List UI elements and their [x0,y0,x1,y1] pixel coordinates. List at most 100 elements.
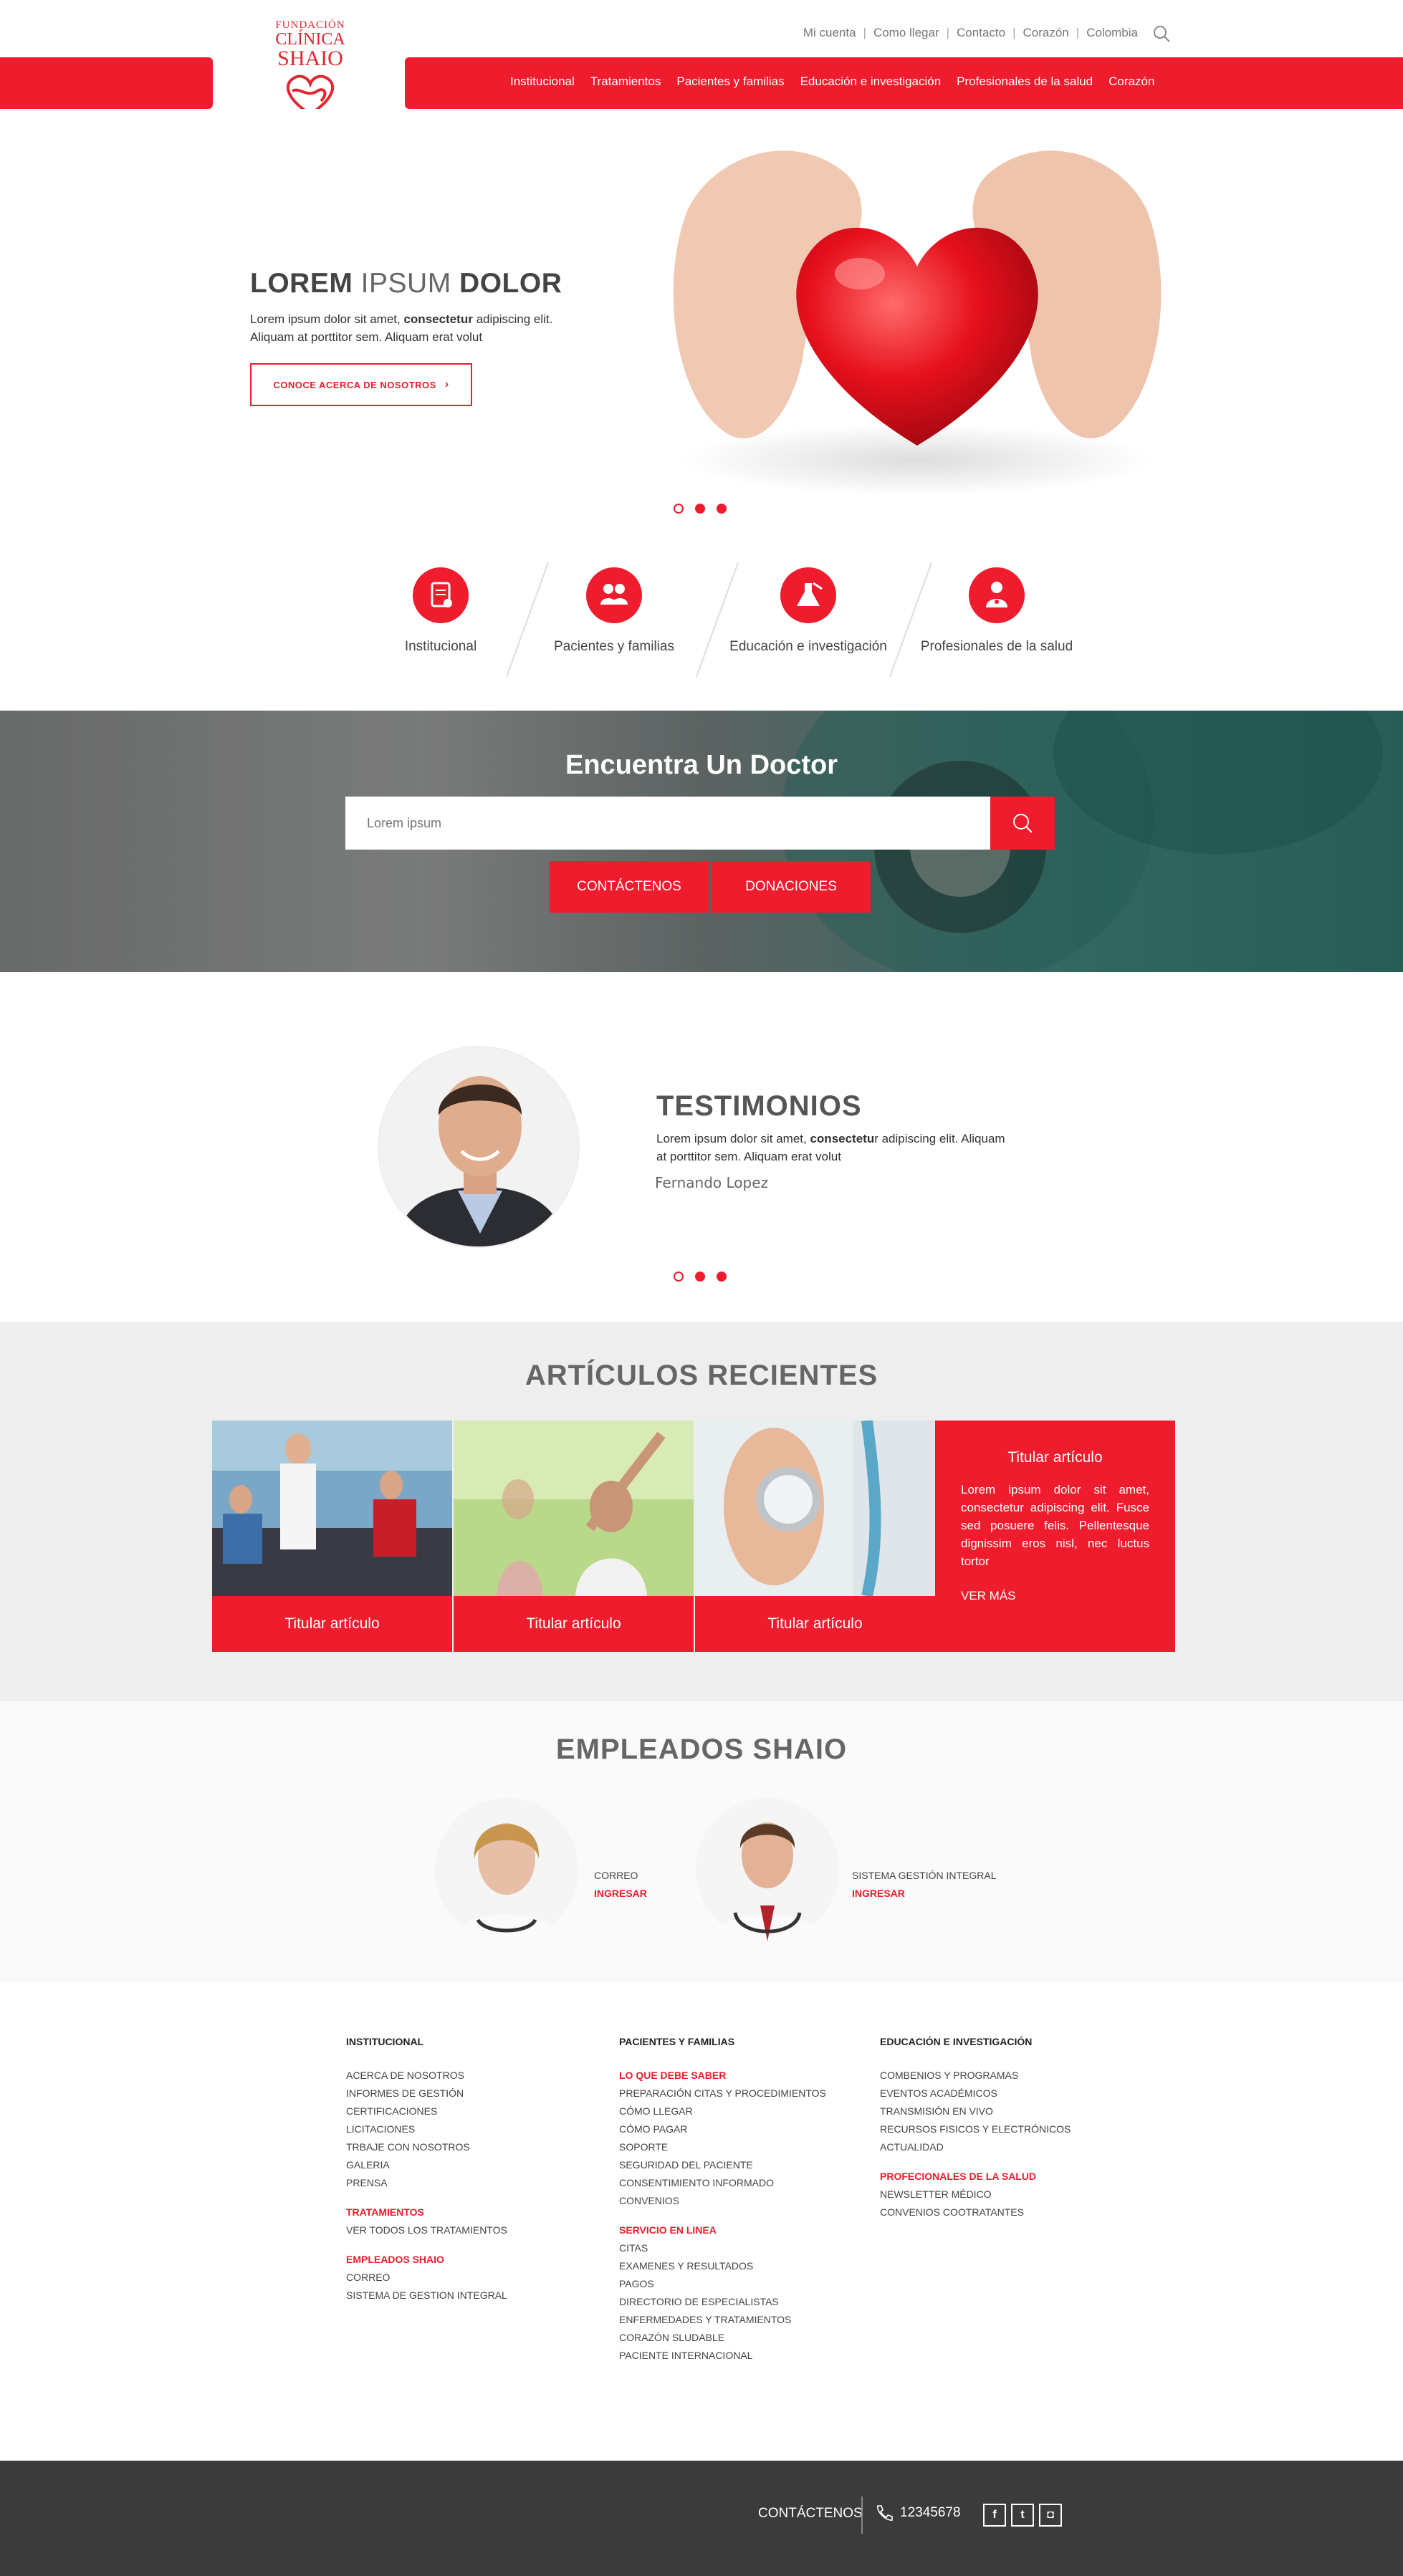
testimonial-text: Lorem ipsum dolor sit amet, consectetur … [656,1130,1007,1166]
hero-text-part-1: Lorem ipsum dolor sit amet, [250,312,404,326]
nav-profesionales-salud[interactable]: Profesionales de la salud [957,75,1093,89]
footer-link[interactable]: TRBAJE CON NOSOTROS [346,2138,507,2156]
footer-subheading: TRATAMIENTOS [346,2206,424,2218]
footer-link[interactable]: VER TODOS LOS TRATAMIENTOS [346,2221,507,2239]
topnav-separator: | [1012,26,1016,39]
hero-text-bold: consectetur [403,312,473,326]
nav-educacion-investigacion[interactable]: Educación e investigación [800,75,942,89]
hero-cta-label: CONOCE ACERCA DE NOSOTROS [273,379,436,390]
featured-article-card: Titular artículo Lorem ipsum dolor sit a… [935,1421,1175,1652]
flask-icon [780,567,836,623]
quicklink-profesionales-salud[interactable]: Profesionales de la salud [904,567,1090,655]
testimonials-title: TESTIMONIOS [656,1090,862,1122]
topnav-mi-cuenta[interactable]: Mi cuenta [803,26,856,40]
instagram-icon[interactable]: ◘ [1039,2504,1062,2527]
footer-link[interactable]: ACERCA DE NOSOTROS [346,2067,507,2085]
phone-icon [877,2505,893,2521]
slider-dot[interactable] [717,504,727,514]
footer-link[interactable]: CERTIFICACIONES [346,2102,507,2120]
footer-links: INSTITUCIONAL ACERCA DE NOSOTROS INFORMES … [0,1983,1403,2461]
hero-cta-button[interactable]: CONOCE ACERCA DE NOSOTROS › [250,363,472,406]
nav-pacientes-familias[interactable]: Pacientes y familias [676,75,784,89]
topnav-contacto[interactable]: Contacto [957,26,1005,40]
header-red-bar-left [0,57,213,109]
article-card[interactable]: Titular artículo [454,1421,694,1652]
utility-nav: Mi cuenta | Como llegar | Contacto | Corazó… [803,26,1138,40]
contact-button[interactable]: CONTÁCTENOS [550,861,709,913]
footer-link[interactable]: CONVENIOS [619,2192,826,2210]
footer-contact-link[interactable]: CONTÁCTENOS [758,2506,863,2522]
footer-link[interactable]: SEGURIDAD DEL PACIENTE [619,2156,826,2174]
hero-hands-heart-image [673,150,1162,496]
read-more-link[interactable]: VER MÁS [961,1589,1149,1603]
footer-link[interactable]: DIRECTORIO DE ESPECIALISTAS [619,2293,826,2311]
footer-link[interactable]: ACTUALIDAD [880,2138,1071,2156]
doctor-search-button[interactable] [990,797,1055,850]
nav-tratamientos[interactable]: Tratamientos [590,75,661,89]
topnav-como-llegar[interactable]: Como llegar [873,26,939,40]
nav-corazon[interactable]: Corazón [1108,75,1154,89]
footer-column-pacientes: PACIENTES Y FAMILIAS LO QUE DEBE SABER PRE… [619,2033,826,2365]
footer-column-educacion: EDUCACIÓN E INVESTIGACIÓN COMBENIOS Y PRO… [880,2033,1071,2221]
slider-dot[interactable] [674,1272,684,1282]
footer-link[interactable]: LICITACIONES [346,2120,507,2138]
footer-phone: 12345678 [874,2504,961,2522]
footer-link[interactable]: PAGOS [619,2275,826,2293]
footer-link[interactable]: CÓMO LLEGAR [619,2102,826,2120]
footer-link[interactable]: EXAMENES Y RESULTADOS [619,2257,826,2275]
nav-institucional[interactable]: Institucional [510,75,575,89]
footer-link[interactable]: TRANSMISIÓN EN VIVO [880,2102,1071,2120]
testimonial-slider-dots [674,1272,727,1282]
slider-dot[interactable] [674,504,684,514]
footer-link[interactable]: CORREO [346,2269,507,2287]
divider [861,2496,863,2534]
slider-dot[interactable] [695,1272,705,1282]
footer-link[interactable]: SISTEMA DE GESTION INTEGRAL [346,2287,507,2305]
footer-link[interactable]: GALERIA [346,2156,507,2174]
hero-slider-dots [674,504,727,514]
hero-title-bold-1: LOREM [250,268,353,299]
footer-link[interactable]: PREPARACIÓN CITAS Y PROCEDIMIENTOS [619,2085,826,2102]
footer-link[interactable]: PRENSA [346,2174,507,2192]
employee-link-label: CORREO [594,1870,638,1881]
employee-photo [435,1798,578,1941]
footer-link[interactable]: NEWSLETTER MÉDICO [880,2186,1071,2203]
employees-section: EMPLEADOS SHAIO CORREO INGRESAR SISTEMA … [0,1701,1403,1983]
footer-link[interactable]: CITAS [619,2239,826,2257]
footer-link[interactable]: CONSENTIMIENTO INFORMADO [619,2174,826,2192]
login-email-link[interactable]: INGRESAR [594,1888,647,1899]
footer-link[interactable]: ENFERMEDADES Y TRATAMIENTOS [619,2311,826,2329]
footer-link[interactable]: PACIENTE INTERNACIONAL [619,2347,826,2365]
quicklink-label: Profesionales de la salud [920,639,1073,654]
footer-link[interactable]: RECURSOS FISICOS Y ELECTRÓNICOS [880,2120,1071,2138]
footer-link[interactable]: EVENTOS ACADÉMICOS [880,2085,1071,2102]
people-icon [586,567,642,623]
quicklink-label: Pacientes y familias [554,639,674,654]
article-image-meeting [212,1421,452,1596]
topnav-colombia[interactable]: Colombia [1086,26,1138,40]
donations-button[interactable]: DONACIONES [712,861,871,913]
footer-link[interactable]: INFORMES DE GESTIÓN [346,2085,507,2102]
twitter-icon[interactable]: t [1011,2504,1034,2527]
article-card[interactable]: Titular artículo [695,1421,935,1652]
facebook-icon[interactable]: f [983,2504,1006,2527]
quicklink-pacientes-familias[interactable]: Pacientes y familias [521,567,707,655]
article-card[interactable]: Titular artículo [212,1421,452,1652]
footer-link[interactable]: SOPORTE [619,2138,826,2156]
footer-link[interactable]: COMBENIOS Y PROGRAMAS [880,2067,1071,2085]
search-icon[interactable] [1152,24,1171,43]
article-image-stethoscope [695,1421,935,1596]
footer-column-institucional: INSTITUCIONAL ACERCA DE NOSOTROS INFORMES … [346,2033,507,2305]
quicklink-educacion-investigacion[interactable]: Educación e investigación [715,567,901,655]
footer-link[interactable]: CÓMO PAGAR [619,2120,826,2138]
topnav-separator: | [863,26,866,39]
footer-heading: EDUCACIÓN E INVESTIGACIÓN [880,2036,1033,2047]
login-management-system-link[interactable]: INGRESAR [852,1888,905,1899]
slider-dot[interactable] [717,1272,727,1282]
doctor-search-input[interactable] [345,797,990,850]
footer-link[interactable]: CONVENIOS COOTRATANTES [880,2203,1071,2221]
quicklink-institucional[interactable]: Institucional [348,567,534,655]
slider-dot[interactable] [695,504,705,514]
topnav-corazon[interactable]: Corazón [1023,26,1069,40]
footer-link[interactable]: CORAZÓN SLUDABLE [619,2329,826,2347]
